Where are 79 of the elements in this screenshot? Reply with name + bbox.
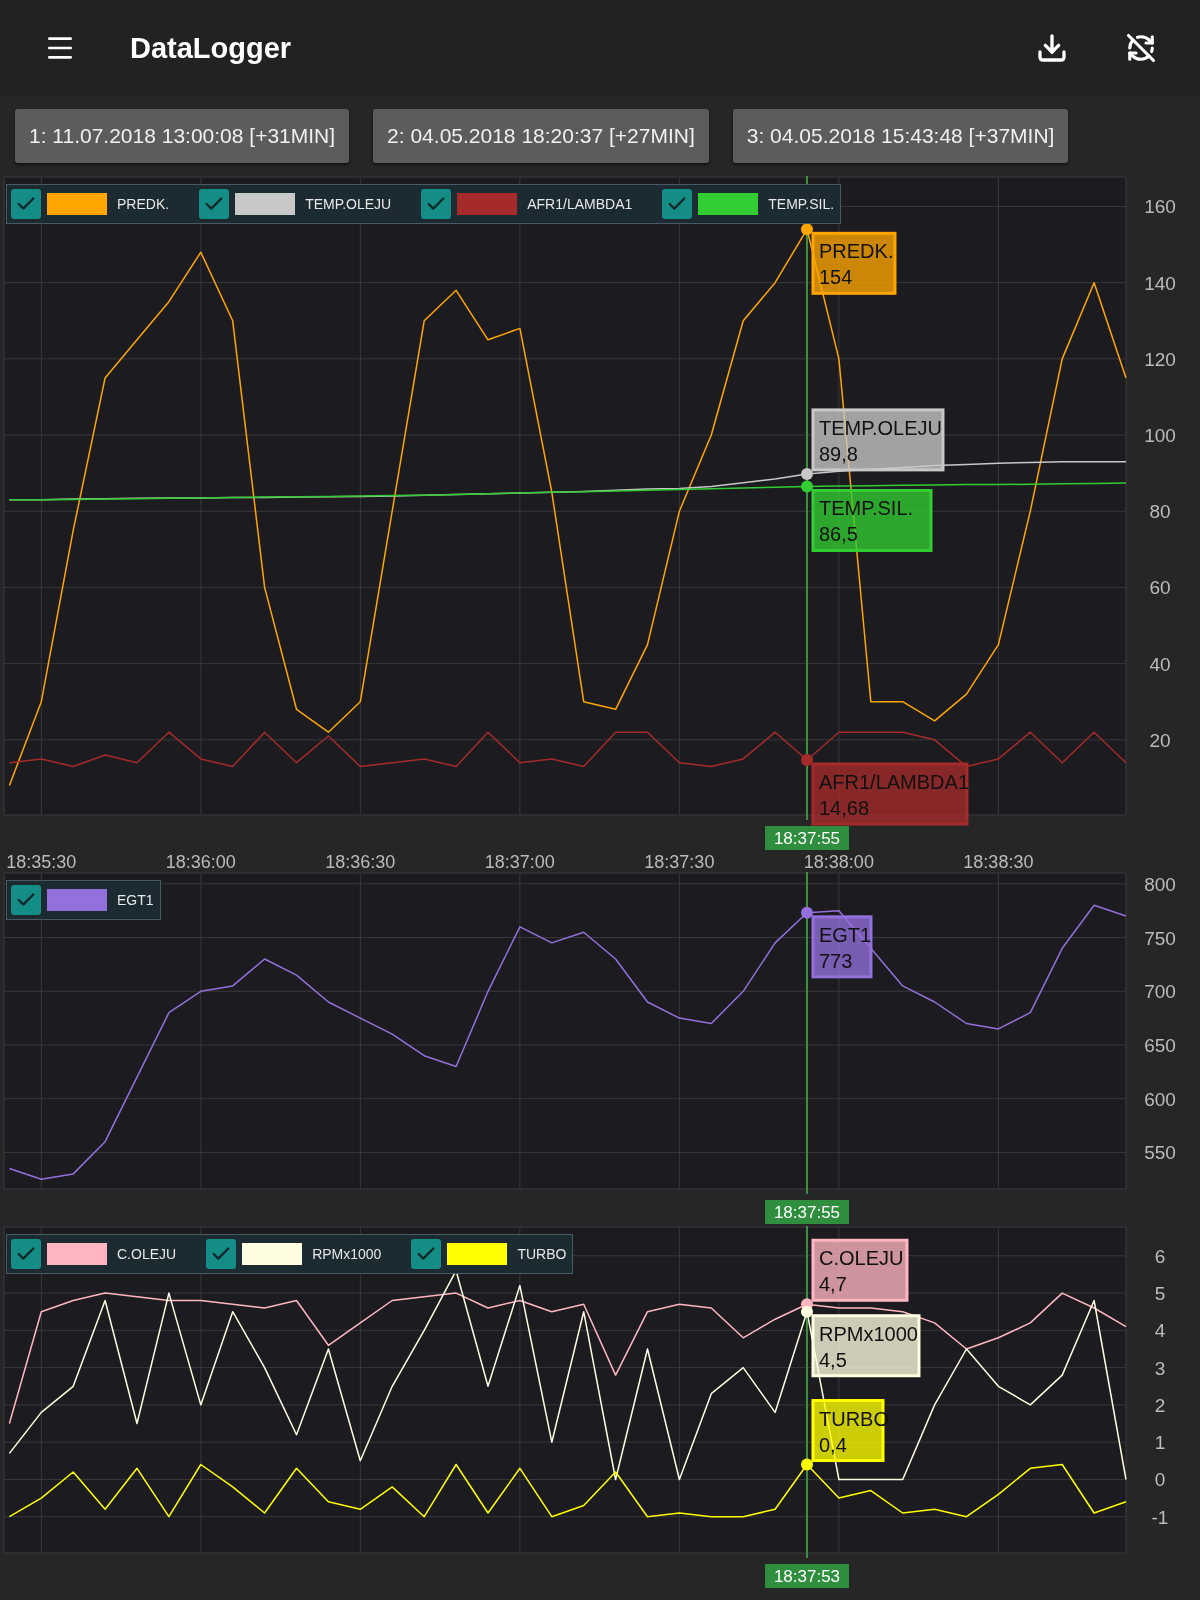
cursor-time-badge: 18:37:53 xyxy=(765,1564,849,1588)
checkbox[interactable] xyxy=(662,189,693,219)
cursor-point xyxy=(801,906,813,919)
checkbox[interactable] xyxy=(199,189,230,219)
axis-label: 80 xyxy=(1149,501,1171,523)
readout-tooltip: RPMx1000 4,5 xyxy=(811,1314,921,1378)
annotation: 89,8 xyxy=(818,442,858,465)
axis-label: 18:37:30 xyxy=(644,852,715,872)
axis-label: 20 xyxy=(1149,729,1171,751)
checkbox[interactable] xyxy=(11,1239,41,1269)
legend-label: PREDK. xyxy=(117,196,170,212)
annotation: 4,7 xyxy=(818,1273,847,1296)
axis-label: 60 xyxy=(1149,577,1171,599)
axis-label: 650 xyxy=(1144,1034,1176,1056)
annotation: 86,5 xyxy=(818,523,858,546)
axis-label: 6 xyxy=(1154,1245,1166,1267)
axis-label: 0 xyxy=(1154,1469,1166,1491)
cursor-line[interactable] xyxy=(806,1226,808,1559)
legend-label: TURBO xyxy=(517,1246,567,1262)
axis-label: 18:38:30 xyxy=(963,852,1034,872)
cursor-line[interactable] xyxy=(806,176,808,821)
cursor-point xyxy=(801,1305,813,1318)
axis-label: 4 xyxy=(1154,1320,1166,1342)
axis-label: 18:36:00 xyxy=(165,852,236,872)
app-title: DataLogger xyxy=(130,31,293,65)
readout-tooltip: C.OLEJU 4,7 xyxy=(811,1238,909,1302)
axis-label: 140 xyxy=(1144,272,1176,294)
axis-label: 3 xyxy=(1154,1357,1166,1379)
axis-label: 800 xyxy=(1144,873,1176,895)
legend-label: TEMP.OLEJU xyxy=(305,196,392,212)
annotation: 0,4 xyxy=(818,1433,847,1456)
checkbox[interactable] xyxy=(11,189,41,219)
legend-label: C.OLEJU xyxy=(117,1246,177,1262)
legend-label: RPMx1000 xyxy=(312,1246,382,1262)
x-tick-label: 18:37:55 xyxy=(773,1203,841,1222)
annotation: 154 xyxy=(818,266,853,289)
legend-label: TEMP.SIL. xyxy=(768,196,835,212)
legend-label: EGT1 xyxy=(117,892,154,908)
annotation: 773 xyxy=(818,949,853,972)
annotation: 4,5 xyxy=(818,1348,847,1371)
axis-label: 2 xyxy=(1154,1394,1166,1416)
checkbox[interactable] xyxy=(11,885,41,915)
cursor-point xyxy=(801,467,813,480)
checkbox[interactable] xyxy=(411,1239,442,1269)
axis-label: 18:35:30 xyxy=(6,852,77,872)
session-button[interactable]: 1: 11.07.2018 13:00:08 [+31MIN] xyxy=(15,109,350,163)
axis-label: 18:38:00 xyxy=(803,852,874,872)
annotation: 14,68 xyxy=(818,797,870,819)
readout-tooltip: PREDK. 154 xyxy=(811,231,897,295)
x-tick-label: 18:37:53 xyxy=(773,1567,841,1586)
axis-label: 18:36:30 xyxy=(325,852,396,872)
axis-label: 600 xyxy=(1144,1088,1176,1110)
axis-label: 40 xyxy=(1149,653,1171,675)
session-button[interactable]: 2: 04.05.2018 18:20:37 [+27MIN] xyxy=(373,109,709,163)
axis-label: 1 xyxy=(1154,1432,1166,1454)
checkbox[interactable] xyxy=(421,189,452,219)
x-tick-label: 18:37:55 xyxy=(773,829,841,848)
axis-label: 5 xyxy=(1154,1283,1166,1305)
axis-label: -1 xyxy=(1151,1506,1169,1528)
cursor-time-badge: 18:37:55 xyxy=(765,826,849,850)
cursor-point xyxy=(801,223,813,236)
cursor-point xyxy=(801,1458,813,1471)
axis-label: 100 xyxy=(1144,425,1176,447)
cursor-point xyxy=(801,754,813,766)
axis-label: 120 xyxy=(1144,348,1176,370)
axis-label: 550 xyxy=(1144,1142,1176,1164)
cursor-time-badge: 18:37:55 xyxy=(765,1200,849,1224)
axis-label: 750 xyxy=(1144,927,1176,949)
readout-tooltip: TEMP.SIL. 86,5 xyxy=(811,489,933,552)
session-button[interactable]: 3: 04.05.2018 15:43:48 [+37MIN] xyxy=(732,109,1069,163)
axis-label: 700 xyxy=(1144,981,1176,1003)
readout-tooltip: AFR1/LAMBDA1 14,68 xyxy=(811,762,970,826)
checkbox[interactable] xyxy=(206,1239,237,1269)
readout-tooltip: EGT1 773 xyxy=(811,915,873,979)
axis-label: 160 xyxy=(1144,196,1176,218)
axis-label: 18:37:00 xyxy=(484,852,555,872)
cursor-point xyxy=(801,480,813,493)
legend-label: AFR1/LAMBDA1 xyxy=(527,196,633,212)
readout-tooltip: TEMP.OLEJU 89,8 xyxy=(811,408,945,472)
